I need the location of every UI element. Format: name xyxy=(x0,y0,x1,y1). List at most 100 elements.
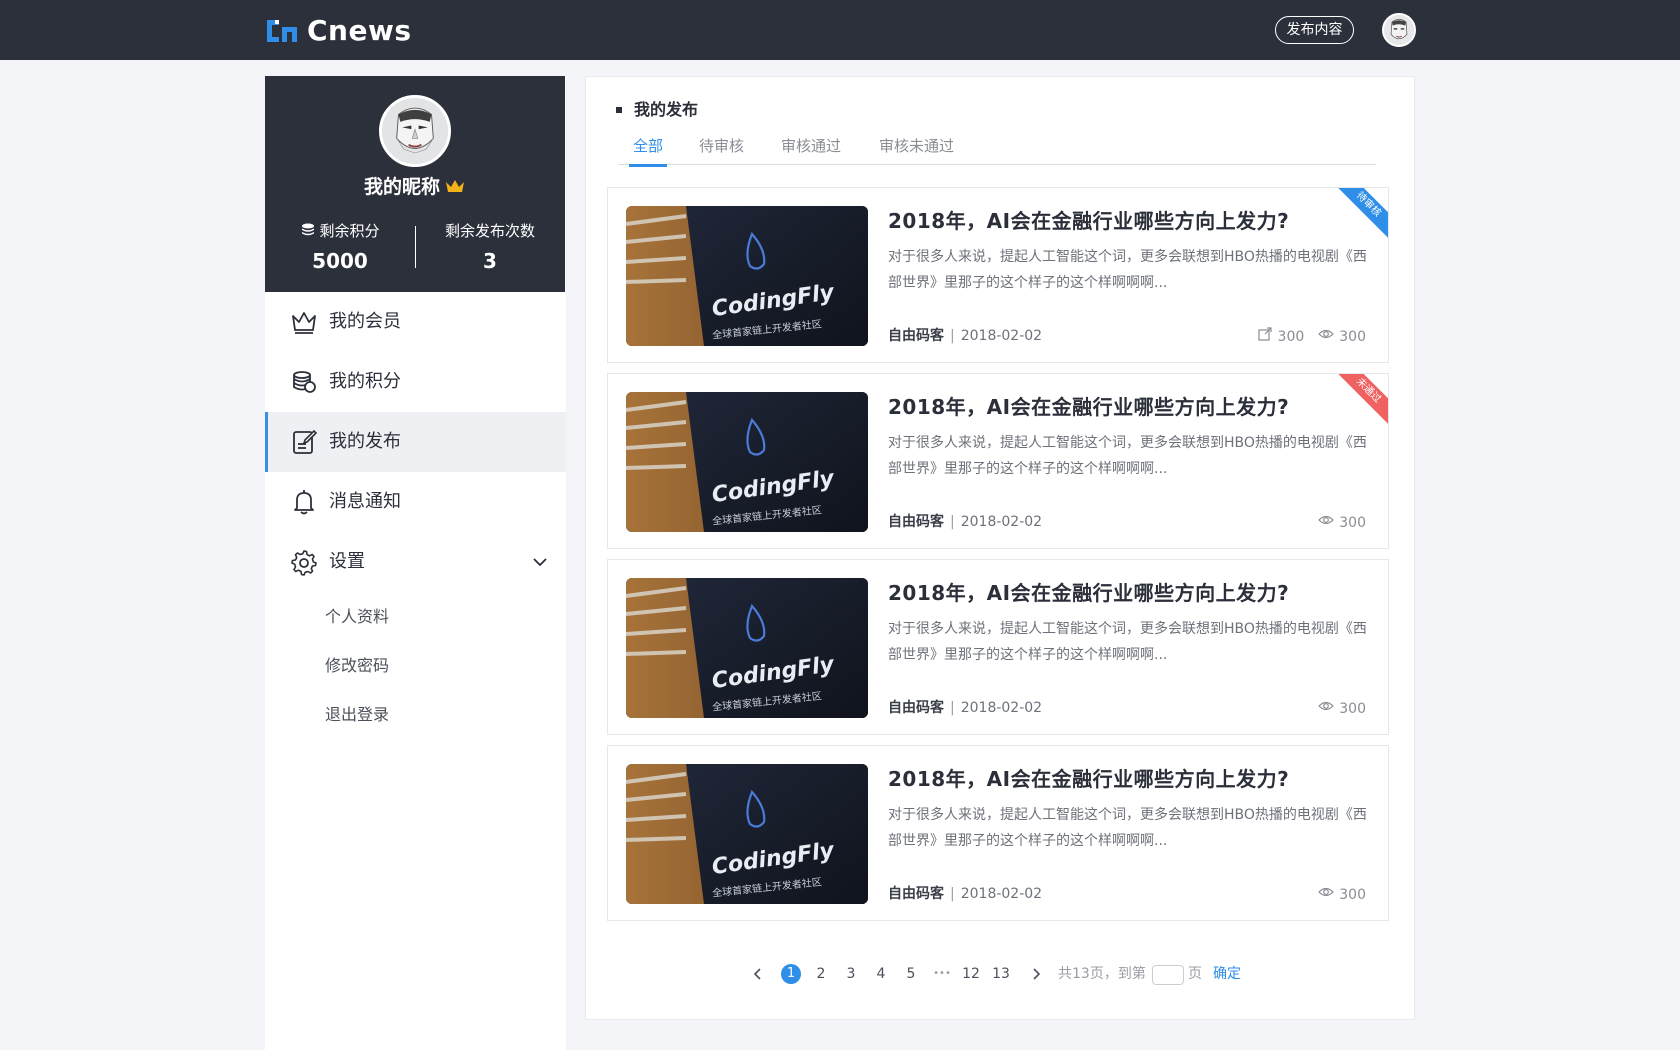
page-ellipsis: ••• xyxy=(933,968,951,979)
sidebar-item-label: 我的会员 xyxy=(329,311,401,332)
sidebar-item-label: 设置 xyxy=(329,551,365,572)
view-count: 300 xyxy=(1339,329,1366,345)
nickname: 我的昵称 xyxy=(265,174,565,200)
page-3[interactable]: 3 xyxy=(841,962,861,986)
view-stat: 300 xyxy=(1318,698,1366,720)
publishes-value: 3 xyxy=(483,249,497,273)
article-excerpt: 对于很多人来说，提起人工智能这个词，更多会联想到HBO热播的电视剧《西部世界》里… xyxy=(888,249,1367,291)
article-excerpt: 对于很多人来说，提起人工智能这个词，更多会联想到HBO热播的电视剧《西部世界》里… xyxy=(888,435,1367,477)
meta-separator: | xyxy=(950,514,955,530)
share-stat: 300 xyxy=(1257,326,1304,348)
article-date: 2018-02-02 xyxy=(960,700,1043,716)
article-thumbnail[interactable]: CodingFly 全球首家链上开发者社区 xyxy=(626,392,868,532)
article-thumbnail[interactable]: CodingFly 全球首家链上开发者社区 xyxy=(626,206,868,346)
points-stat: 剩余积分 5000 xyxy=(265,221,415,275)
status-tabs: 全部 待审核 审核通过 审核未通过 xyxy=(618,133,1376,167)
publishes-label: 剩余发布次数 xyxy=(444,222,535,240)
eye-icon xyxy=(1318,326,1339,348)
prev-page-icon[interactable] xyxy=(751,962,765,986)
article-excerpt: 对于很多人来说，提起人工智能这个词，更多会联想到HBO热播的电视剧《西部世界》里… xyxy=(888,621,1367,663)
article-card[interactable]: CodingFly 全球首家链上开发者社区 2018年，AI会在金融行业哪些方向… xyxy=(607,559,1389,735)
share-icon xyxy=(1257,326,1278,348)
crown-icon xyxy=(289,307,319,337)
page-1[interactable]: 1 xyxy=(781,964,801,984)
meta-separator: | xyxy=(950,328,955,344)
page-12[interactable]: 12 xyxy=(959,962,983,986)
sidebar-item-label: 我的积分 xyxy=(329,371,401,392)
view-count: 300 xyxy=(1339,515,1366,531)
next-page-icon[interactable] xyxy=(1029,962,1043,986)
sidebar-item-label: 我的发布 xyxy=(329,431,401,452)
article-meta: 自由码客 | 2018-02-02 xyxy=(888,884,1042,904)
points-label-row: 剩余积分 xyxy=(265,221,415,241)
top-bar: Cnews 发布内容 xyxy=(0,0,1680,60)
sidebar-item-membership[interactable]: 我的会员 xyxy=(265,292,566,352)
tab-all[interactable]: 全部 xyxy=(628,133,668,167)
article-card[interactable]: CodingFly 全球首家链上开发者社区 2018年，AI会在金融行业哪些方向… xyxy=(607,187,1389,363)
bell-icon xyxy=(289,487,319,517)
chevron-down-icon[interactable] xyxy=(530,552,550,572)
logo[interactable]: Cnews xyxy=(265,16,412,46)
submenu-change-password[interactable]: 修改密码 xyxy=(265,641,566,690)
article-date: 2018-02-02 xyxy=(960,328,1043,344)
sidebar-item-points[interactable]: 我的积分 xyxy=(265,352,566,412)
view-stat: 300 xyxy=(1318,512,1366,534)
article-excerpt: 对于很多人来说，提起人工智能这个词，更多会联想到HBO热播的电视剧《西部世界》里… xyxy=(888,807,1367,849)
view-stat: 300 xyxy=(1318,326,1366,348)
sidebar-item-notifications[interactable]: 消息通知 xyxy=(265,472,566,532)
edit-document-icon xyxy=(289,427,319,457)
article-date: 2018-02-02 xyxy=(960,514,1043,530)
jump-confirm-button[interactable]: 确定 xyxy=(1213,962,1241,986)
view-stat: 300 xyxy=(1318,884,1366,906)
article-title[interactable]: 2018年，AI会在金融行业哪些方向上发力? xyxy=(888,206,1289,236)
page-4[interactable]: 4 xyxy=(871,962,891,986)
article-meta: 自由码客 | 2018-02-02 xyxy=(888,326,1042,346)
article-title[interactable]: 2018年，AI会在金融行业哪些方向上发力? xyxy=(888,764,1289,794)
article-title[interactable]: 2018年，AI会在金融行业哪些方向上发力? xyxy=(888,578,1289,608)
article-card[interactable]: CodingFly 全球首家链上开发者社区 2018年，AI会在金融行业哪些方向… xyxy=(607,373,1389,549)
submenu-logout[interactable]: 退出登录 xyxy=(265,690,566,739)
page-2[interactable]: 2 xyxy=(811,962,831,986)
sidebar-item-settings[interactable]: 设置 xyxy=(265,532,566,592)
article-thumbnail[interactable]: CodingFly 全球首家链上开发者社区 xyxy=(626,578,868,718)
article-thumbnail[interactable]: CodingFly 全球首家链上开发者社区 xyxy=(626,764,868,904)
page-13[interactable]: 13 xyxy=(989,962,1013,986)
article-title[interactable]: 2018年，AI会在金融行业哪些方向上发力? xyxy=(888,392,1289,422)
article-date: 2018-02-02 xyxy=(960,886,1043,902)
article-meta: 自由码客 | 2018-02-02 xyxy=(888,512,1042,532)
profile-card: 我的昵称 剩余积分 5000 剩余发布次数 3 xyxy=(265,76,565,292)
section-title: 我的发布 xyxy=(616,99,698,121)
sidebar-menu: 我的会员 我的积分 我的发布 消息通知 设置 个人资料 修改密码 退出登录 xyxy=(265,292,566,739)
article-meta: 自由码客 | 2018-02-02 xyxy=(888,698,1042,718)
tab-rejected[interactable]: 审核未通过 xyxy=(879,133,954,165)
tab-approved[interactable]: 审核通过 xyxy=(781,133,841,165)
points-label: 剩余积分 xyxy=(319,222,380,240)
eye-icon xyxy=(1318,698,1339,720)
article-stats: 300 xyxy=(1304,512,1366,534)
submenu-profile[interactable]: 个人资料 xyxy=(265,592,566,641)
page-suffix: 页 xyxy=(1188,966,1202,982)
article-card[interactable]: CodingFly 全球首家链上开发者社区 2018年，AI会在金融行业哪些方向… xyxy=(607,745,1389,921)
publishes-stat: 剩余发布次数 3 xyxy=(415,221,565,275)
page-5[interactable]: 5 xyxy=(901,962,921,986)
article-author: 自由码客 xyxy=(888,514,944,530)
sidebar-item-label: 消息通知 xyxy=(329,491,401,512)
tab-pending[interactable]: 待审核 xyxy=(699,133,744,165)
gear-icon xyxy=(289,547,319,577)
view-count: 300 xyxy=(1339,887,1366,903)
publish-content-button[interactable]: 发布内容 xyxy=(1275,16,1354,44)
status-ribbon: 待审核 xyxy=(1329,188,1388,244)
page-total-text: 共13页，到第 xyxy=(1058,966,1146,982)
status-ribbon: 未通过 xyxy=(1329,374,1388,430)
article-stats: 300 300 xyxy=(1243,326,1366,348)
profile-avatar[interactable] xyxy=(379,95,451,167)
sidebar-item-my-publish[interactable]: 我的发布 xyxy=(265,412,566,472)
eye-icon xyxy=(1318,512,1339,534)
sidebar: 我的昵称 剩余积分 5000 剩余发布次数 3 我的会员 我的积分 我的发布 消… xyxy=(265,76,566,1050)
jump-page-input[interactable] xyxy=(1152,965,1184,985)
points-value: 5000 xyxy=(312,249,368,273)
meta-separator: | xyxy=(950,700,955,716)
view-count: 300 xyxy=(1339,701,1366,717)
logo-text: Cnews xyxy=(307,14,412,47)
user-avatar[interactable] xyxy=(1382,13,1416,47)
